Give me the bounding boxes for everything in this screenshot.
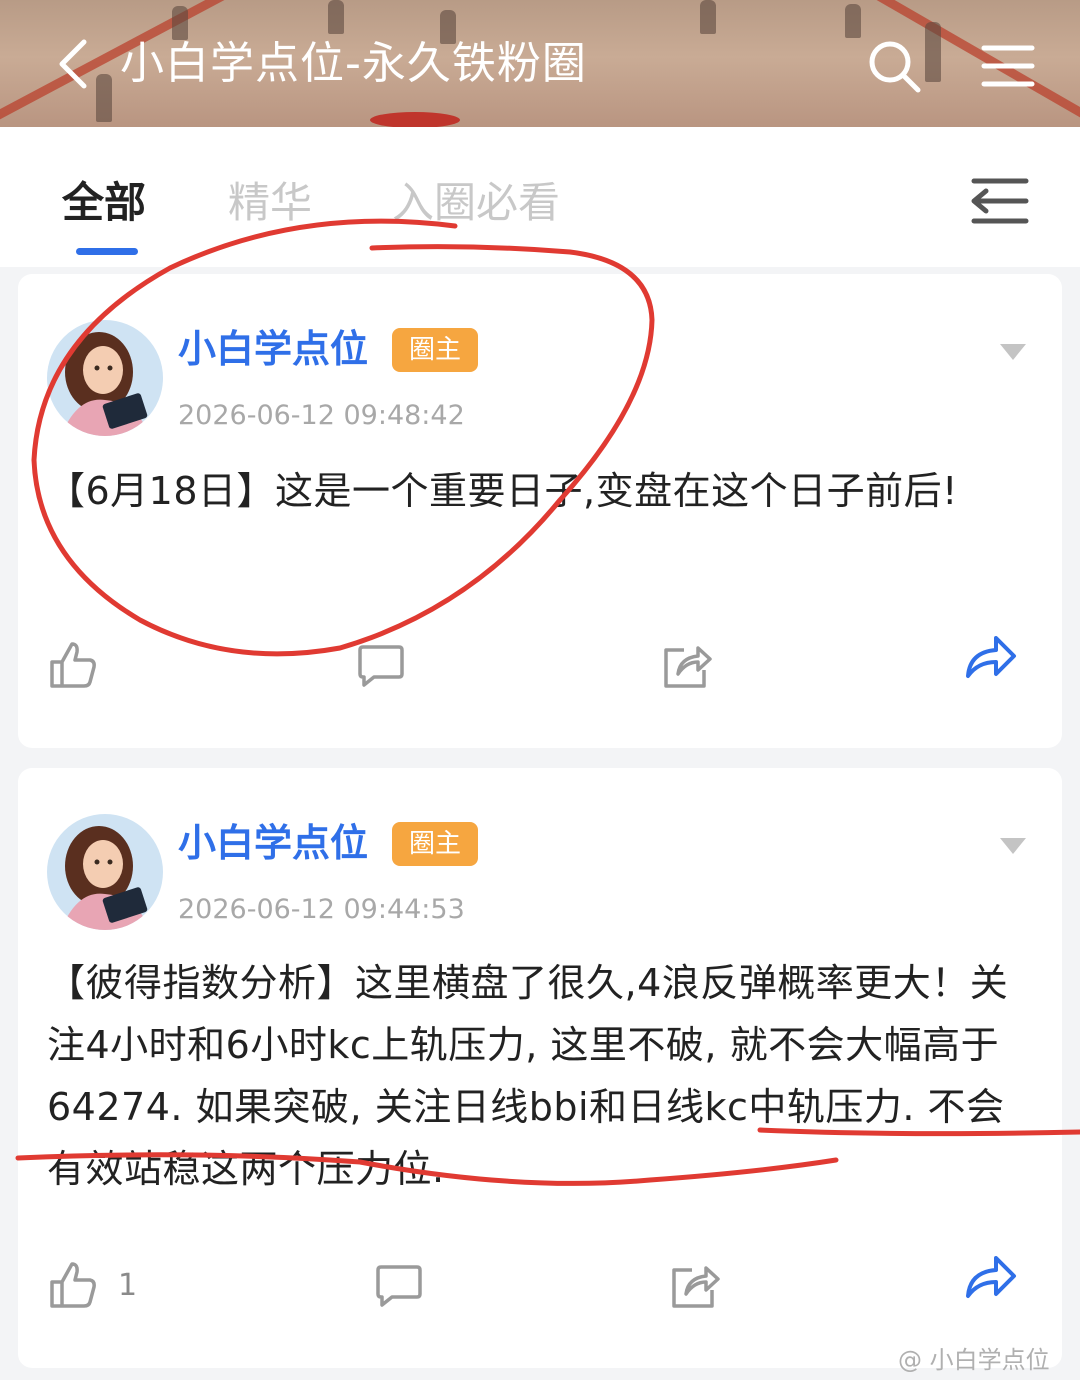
chevron-down-icon [1000, 838, 1026, 854]
like-button[interactable] [48, 640, 98, 694]
comment-button[interactable] [374, 1264, 424, 1312]
like-button[interactable] [48, 1260, 98, 1314]
tab-featured[interactable]: 精华 [228, 175, 312, 231]
like-count: 1 [118, 1268, 138, 1303]
forward-button[interactable] [964, 1252, 1018, 1306]
owner-badge: 圈主 [392, 822, 478, 866]
search-icon [869, 41, 921, 93]
sort-button[interactable] [968, 175, 1032, 227]
comment-icon [358, 645, 404, 687]
forward-button[interactable] [964, 632, 1018, 686]
post-options-button[interactable] [998, 834, 1028, 858]
menu-button[interactable] [980, 42, 1036, 90]
owner-badge: 圈主 [392, 328, 478, 372]
post-content: 【6月18日】这是一个重要日子,变盘在这个日子前后! [47, 469, 958, 513]
chevron-down-icon [1000, 344, 1026, 360]
header-banner: 小白学点位-永久铁粉圈 [0, 0, 1080, 127]
comment-icon [376, 1265, 422, 1307]
thumbs-up-icon [50, 642, 96, 688]
tab-bar: 全部 精华 入圈必看 [0, 127, 1080, 267]
post-timestamp: 2026-06-12 09:48:42 [178, 400, 465, 431]
forward-icon [966, 636, 1016, 678]
tab-must-read[interactable]: 入圈必看 [392, 175, 560, 231]
banner-decoration [925, 22, 941, 82]
thumbs-up-icon [50, 1262, 96, 1308]
banner-decoration [370, 112, 460, 127]
avatar-image [47, 814, 163, 930]
page-title: 小白学点位-永久铁粉圈 [120, 38, 587, 89]
author-name[interactable]: 小白学点位 [178, 818, 368, 868]
share-button[interactable] [662, 642, 712, 694]
banner-decoration [845, 4, 861, 38]
share-button[interactable] [670, 1262, 720, 1314]
avatar-image [47, 320, 163, 436]
post-card: 小白学点位 圈主 2026-06-12 09:44:53 【彼得指数分析】这里横… [18, 768, 1062, 1368]
back-arrow-icon [59, 39, 87, 89]
back-button[interactable] [52, 36, 96, 92]
post-options-button[interactable] [998, 340, 1028, 364]
post-card: 小白学点位 圈主 2026-06-12 09:48:42 【6月18日】这是一个… [18, 274, 1062, 748]
forward-icon [966, 1256, 1016, 1298]
share-icon [664, 646, 712, 688]
search-button[interactable] [866, 38, 922, 94]
author-name[interactable]: 小白学点位 [178, 324, 368, 374]
banner-decoration [96, 74, 112, 122]
post-content: 【彼得指数分析】这里横盘了很久,4浪反弹概率更大！关注4小时和6小时kc上轨压力… [47, 961, 1009, 1191]
avatar[interactable] [47, 320, 163, 436]
menu-icon [981, 45, 1035, 87]
share-icon [672, 1266, 720, 1308]
sort-list-icon [971, 178, 1029, 224]
banner-decoration [328, 0, 344, 34]
comment-button[interactable] [356, 644, 406, 692]
tab-all[interactable]: 全部 [62, 175, 146, 231]
banner-decoration [700, 0, 716, 34]
post-timestamp: 2026-06-12 09:44:53 [178, 894, 465, 925]
active-tab-indicator [76, 248, 138, 255]
avatar[interactable] [47, 814, 163, 930]
watermark: @ 小白学点位 [898, 1346, 1050, 1374]
